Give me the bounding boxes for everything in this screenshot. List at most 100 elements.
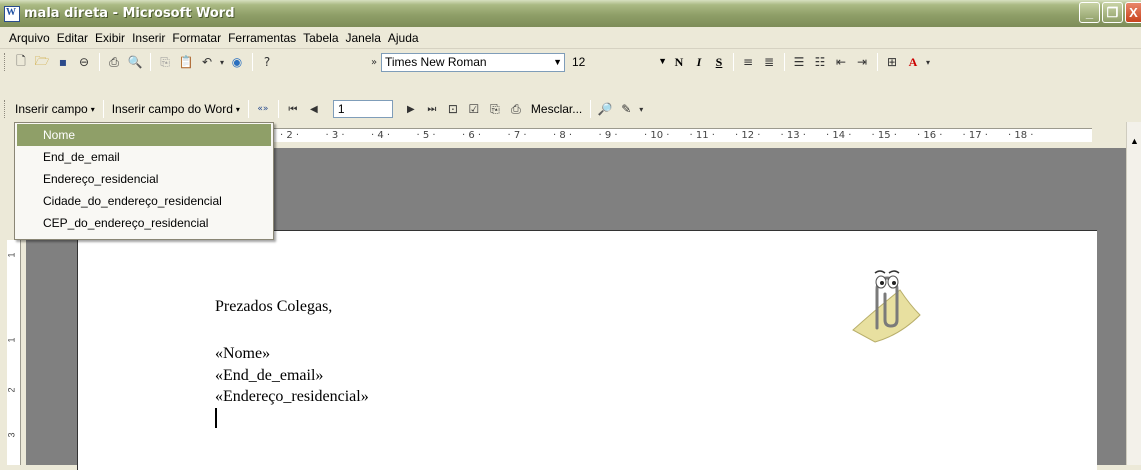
separator [102,100,104,118]
menu-bar: Arquivo Editar Exibir Inserir Formatar F… [0,27,1141,49]
chevron-down-icon: ▾ [235,104,240,114]
toolbar-options-icon[interactable]: » [368,52,380,72]
window-title: mala direta - Microsoft Word [24,6,235,21]
menu-ajuda[interactable]: Ajuda [385,31,422,45]
menu-editar[interactable]: Editar [54,31,91,45]
check-errors-icon[interactable]: ☑ [464,99,484,119]
separator [99,53,100,71]
next-record-icon[interactable]: ▶ [401,99,421,119]
restore-button[interactable]: ❐ [1102,2,1123,23]
separator [590,100,592,118]
ruler-mark: · 10 · [644,130,670,141]
chevron-down-icon: ▼ [658,55,667,66]
toolbar-grip[interactable] [4,53,7,71]
merge-form-icon[interactable]: ⊡ [443,99,463,119]
increase-indent-icon[interactable]: ⇥ [852,52,872,72]
merge-field-nome: «Nome» [215,345,271,362]
menu-exibir[interactable]: Exibir [92,31,128,45]
menu-tabela[interactable]: Tabela [300,31,341,45]
numbering-icon[interactable]: ☰ [789,52,809,72]
ruler-mark: · 11 · [689,130,715,141]
text-cursor [215,408,217,428]
save-icon[interactable]: ▪ [53,52,73,72]
ruler-mark: · 12 · [735,130,761,141]
bullets-icon[interactable]: ☷ [810,52,830,72]
dropdown-item-nome[interactable]: Nome [17,124,271,146]
title-bar: mala direta - Microsoft Word _ ❐ X [0,0,1141,27]
word-app-icon[interactable] [4,5,20,22]
open-folder-icon[interactable]: 🗁 [32,52,52,72]
bold-button[interactable]: N [669,55,689,70]
first-record-icon[interactable]: ⏮ [283,99,303,119]
office-assistant-icon[interactable] [845,260,925,345]
separator [252,53,253,71]
underline-button[interactable]: S [709,55,729,70]
decrease-indent-icon[interactable]: ⇤ [831,52,851,72]
align-left-icon[interactable]: ≡ [738,52,758,72]
border-icon[interactable]: ⊞ [882,52,902,72]
permission-icon[interactable]: ⊖ [74,52,94,72]
menu-ferramentas[interactable]: Ferramentas [225,31,299,45]
options-dropdown-icon[interactable]: ▾ [637,99,645,119]
insert-field-dropdown: Nome End_de_email Endereço_residencial C… [14,122,274,240]
view-merged-data-icon[interactable]: «» [253,99,273,119]
vertical-ruler-mark: 1 [6,252,17,258]
chevron-down-icon: ▾ [90,104,95,114]
dropdown-item-cep[interactable]: CEP_do_endereço_residencial [15,212,273,234]
separator [733,53,734,71]
horizontal-ruler[interactable]: · 2 · · 3 · · 4 · · 5 · · 6 · · 7 · · 8 · · 9 ·… [270,128,1092,142]
menu-inserir[interactable]: Inserir [129,31,168,45]
copy-icon[interactable]: ⎘ [155,52,175,72]
web-icon[interactable]: ◉ [227,52,247,72]
minimize-button[interactable]: _ [1079,2,1100,23]
help-icon[interactable]: ? [257,52,277,72]
merge-button[interactable]: Mesclar... [527,99,586,119]
ruler-mark: · 2 · [280,130,300,141]
merge-to-printer-icon[interactable]: ⎙ [506,99,526,119]
vertical-scrollbar[interactable]: ▲ [1126,122,1141,465]
previous-record-icon[interactable]: ◀ [304,99,324,119]
dropdown-item-cidade[interactable]: Cidade_do_endereço_residencial [15,190,273,212]
align-center-icon[interactable]: ≣ [759,52,779,72]
merge-to-new-document-icon[interactable]: ⎘ [485,99,505,119]
record-number-input[interactable]: 1 [332,100,393,118]
insert-word-field-button[interactable]: Inserir campo do Word ▾ [108,99,244,119]
menu-formatar[interactable]: Formatar [169,31,224,45]
dropdown-item-endereco-residencial[interactable]: Endereço_residencial [15,168,273,190]
insert-field-label: Inserir campo [15,102,88,116]
vertical-ruler-mark: 3 [6,432,17,438]
merge-field-endereco: «Endereço_residencial» [215,388,369,405]
close-button[interactable]: X [1125,2,1141,23]
insert-field-button[interactable]: Inserir campo ▾ [11,99,99,119]
separator [150,53,151,71]
font-color-icon[interactable]: A [903,52,923,72]
options-dropdown-icon[interactable]: ▾ [924,52,932,72]
print-preview-icon[interactable]: 🔍 [125,52,145,72]
separator [247,100,249,118]
standard-toolbar: 🗋 🗁 ▪ ⊖ ⎙ 🔍 ⎘ 📋 ↶ ▾ ◉ ? » Times New Roma… [0,49,1141,75]
dropdown-item-end-de-email[interactable]: End_de_email [15,146,273,168]
ruler-mark: · 13 · [780,130,806,141]
menu-arquivo[interactable]: Arquivo [6,31,53,45]
ruler-mark: · 15 · [871,130,897,141]
chevron-down-icon: ▼ [553,56,562,67]
ruler-mark: · 18 · [1008,130,1034,141]
italic-button[interactable]: I [689,55,709,70]
ruler-mark: · 8 · [553,130,573,141]
paste-icon[interactable]: 📋 [176,52,196,72]
print-icon[interactable]: ⎙ [104,52,124,72]
font-size-value: 12 [572,55,586,69]
undo-icon[interactable]: ↶ [197,52,217,72]
edit-data-source-icon[interactable]: ✎ [616,99,636,119]
new-document-icon[interactable]: 🗋 [11,52,31,72]
font-size-select[interactable]: 12 ▼ [569,53,669,72]
vertical-ruler[interactable]: 1 1 2 3 [7,240,21,465]
find-record-icon[interactable]: 🔎 [595,99,615,119]
toolbar-grip[interactable] [4,100,7,118]
font-name-select[interactable]: Times New Roman ▼ [381,52,565,72]
scroll-up-icon[interactable]: ▲ [1130,136,1139,146]
insert-word-field-label: Inserir campo do Word [111,102,233,116]
menu-janela[interactable]: Janela [343,31,384,45]
last-record-icon[interactable]: ⏭ [422,99,442,119]
undo-dropdown-icon[interactable]: ▾ [218,52,226,72]
